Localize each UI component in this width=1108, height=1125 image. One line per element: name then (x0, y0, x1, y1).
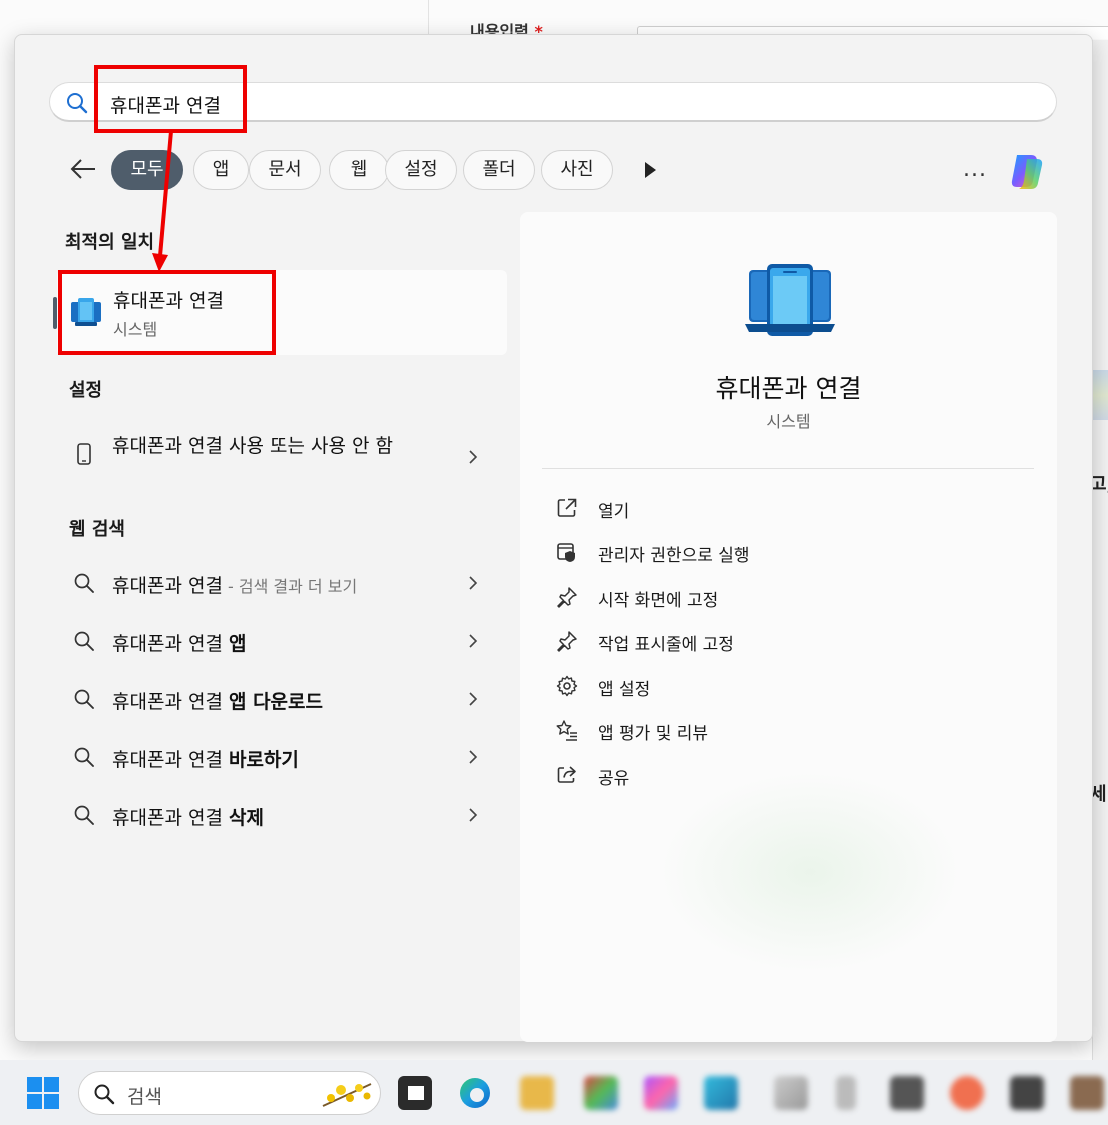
settings-result-label: 휴대폰과 연결 사용 또는 사용 안 함 (112, 435, 393, 457)
chevron-right-icon (469, 692, 478, 706)
search-icon (94, 1084, 115, 1105)
chevron-right-icon (469, 808, 478, 822)
background-edge (1092, 40, 1108, 1060)
phone-icon (77, 443, 91, 465)
search-icon (74, 689, 94, 709)
background-glow (660, 772, 960, 972)
action-run-as-admin-label: 관리자 권한으로 실행 (598, 546, 750, 566)
web-search-result[interactable]: 휴대폰과 연결 - 검색 결과 더 보기 (57, 559, 507, 609)
web-search-result-label: 휴대폰과 연결 바로하기 (112, 749, 299, 771)
copilot-icon[interactable] (1007, 149, 1051, 193)
taskbar-app[interactable] (644, 1076, 678, 1110)
taskbar-app[interactable] (1070, 1076, 1104, 1110)
filter-chip-folders[interactable]: 폴더 (463, 150, 535, 190)
search-icon (74, 631, 94, 651)
action-rate-review[interactable]: 앱 평가 및 리뷰 (556, 716, 956, 746)
annotation-box-search (94, 65, 247, 133)
share-icon (557, 766, 576, 783)
section-web-search: 웹 검색 (69, 519, 125, 540)
action-pin-taskbar[interactable]: 작업 표시줄에 고정 (556, 627, 956, 657)
action-open-label: 열기 (598, 502, 630, 522)
section-best-match: 최적의 일치 (65, 232, 155, 253)
action-app-settings[interactable]: 앱 설정 (556, 672, 956, 702)
annotation-box-result (58, 270, 276, 355)
web-search-result[interactable]: 휴대폰과 연결 삭제 (57, 791, 507, 841)
action-run-as-admin[interactable]: 관리자 권한으로 실행 (556, 538, 956, 568)
settings-result[interactable]: 휴대폰과 연결 사용 또는 사용 안 함 (57, 425, 507, 490)
web-search-result[interactable]: 휴대폰과 연결 앱 다운로드 (57, 675, 507, 725)
taskbar-app[interactable] (1010, 1076, 1044, 1110)
phone-link-app-icon (745, 264, 835, 336)
background-thumbnail (1092, 370, 1108, 420)
action-pin-taskbar-label: 작업 표시줄에 고정 (598, 635, 734, 655)
detail-subtitle: 시스템 (766, 412, 811, 431)
search-icon (67, 93, 88, 114)
taskbar-app[interactable] (890, 1076, 924, 1110)
action-app-settings-label: 앱 설정 (598, 680, 651, 700)
web-search-result[interactable]: 휴대폰과 연결 바로하기 (57, 733, 507, 783)
detail-pane: 휴대폰과 연결 시스템 열기 관리자 권한으로 실행 시작 화면에 고정 작업 … (520, 212, 1057, 1042)
action-open[interactable]: 열기 (556, 494, 956, 524)
filter-chip-apps[interactable]: 앱 (193, 150, 249, 190)
chevron-right-icon (469, 634, 478, 648)
taskbar-app[interactable] (836, 1076, 856, 1110)
filter-chip-web[interactable]: 웹 (329, 150, 389, 190)
more-options-button[interactable]: ... (963, 157, 987, 182)
search-icon (74, 805, 94, 825)
action-pin-start[interactable]: 시작 화면에 고정 (556, 583, 956, 613)
taskbar-app[interactable] (950, 1076, 984, 1110)
web-search-result[interactable]: 휴대폰과 연결 앱 (57, 617, 507, 667)
taskbar-app-file-explorer[interactable] (520, 1076, 554, 1110)
gear-icon (556, 675, 578, 697)
search-icon (74, 573, 94, 593)
more-filters-arrow-icon[interactable] (645, 162, 656, 178)
chevron-right-icon (469, 576, 478, 590)
action-rate-review-label: 앱 평가 및 리뷰 (598, 724, 709, 744)
chevron-right-icon (469, 750, 478, 764)
pin-icon (557, 631, 577, 652)
star-list-icon (556, 720, 577, 741)
web-search-result-label: 휴대폰과 연결 앱 (112, 633, 247, 655)
taskbar-app[interactable] (774, 1076, 808, 1110)
detail-title: 휴대폰과 연결 (715, 374, 862, 403)
taskbar-app-task-view[interactable] (398, 1076, 432, 1110)
shield-admin-icon (557, 543, 575, 562)
action-pin-start-label: 시작 화면에 고정 (598, 591, 719, 611)
filter-chip-settings[interactable]: 설정 (385, 150, 457, 190)
taskbar-search-placeholder: 검색 (127, 1086, 162, 1108)
pin-icon (557, 587, 577, 608)
web-search-result-label: 휴대폰과 연결 삭제 (112, 807, 264, 829)
detail-divider (542, 468, 1034, 469)
taskbar: 검색 (0, 1060, 1108, 1125)
action-share[interactable]: 공유 (556, 761, 956, 791)
chevron-right-icon (469, 450, 478, 464)
search-icon (74, 747, 94, 767)
filter-chip-photos[interactable]: 사진 (541, 150, 613, 190)
search-highlight-flower-icon (322, 1083, 372, 1107)
search-panel: 휴대폰과 연결 모두 앱 문서 웹 설정 폴더 사진 ... 최적의 일치 휴대… (14, 34, 1093, 1042)
taskbar-app[interactable] (704, 1076, 738, 1110)
filter-chip-documents[interactable]: 문서 (249, 150, 321, 190)
filter-chip-all[interactable]: 모두 (111, 150, 183, 190)
section-settings: 설정 (69, 380, 103, 401)
taskbar-app[interactable] (584, 1076, 618, 1110)
open-external-icon (557, 498, 577, 517)
web-search-result-label: 휴대폰과 연결 - 검색 결과 더 보기 (112, 575, 358, 597)
edge-browser-icon[interactable] (458, 1076, 492, 1110)
back-arrow-icon[interactable] (69, 157, 97, 181)
taskbar-search-box[interactable]: 검색 (78, 1071, 381, 1115)
windows-start-icon[interactable] (26, 1076, 60, 1110)
action-share-label: 공유 (598, 769, 630, 789)
web-search-result-label: 휴대폰과 연결 앱 다운로드 (112, 691, 323, 713)
